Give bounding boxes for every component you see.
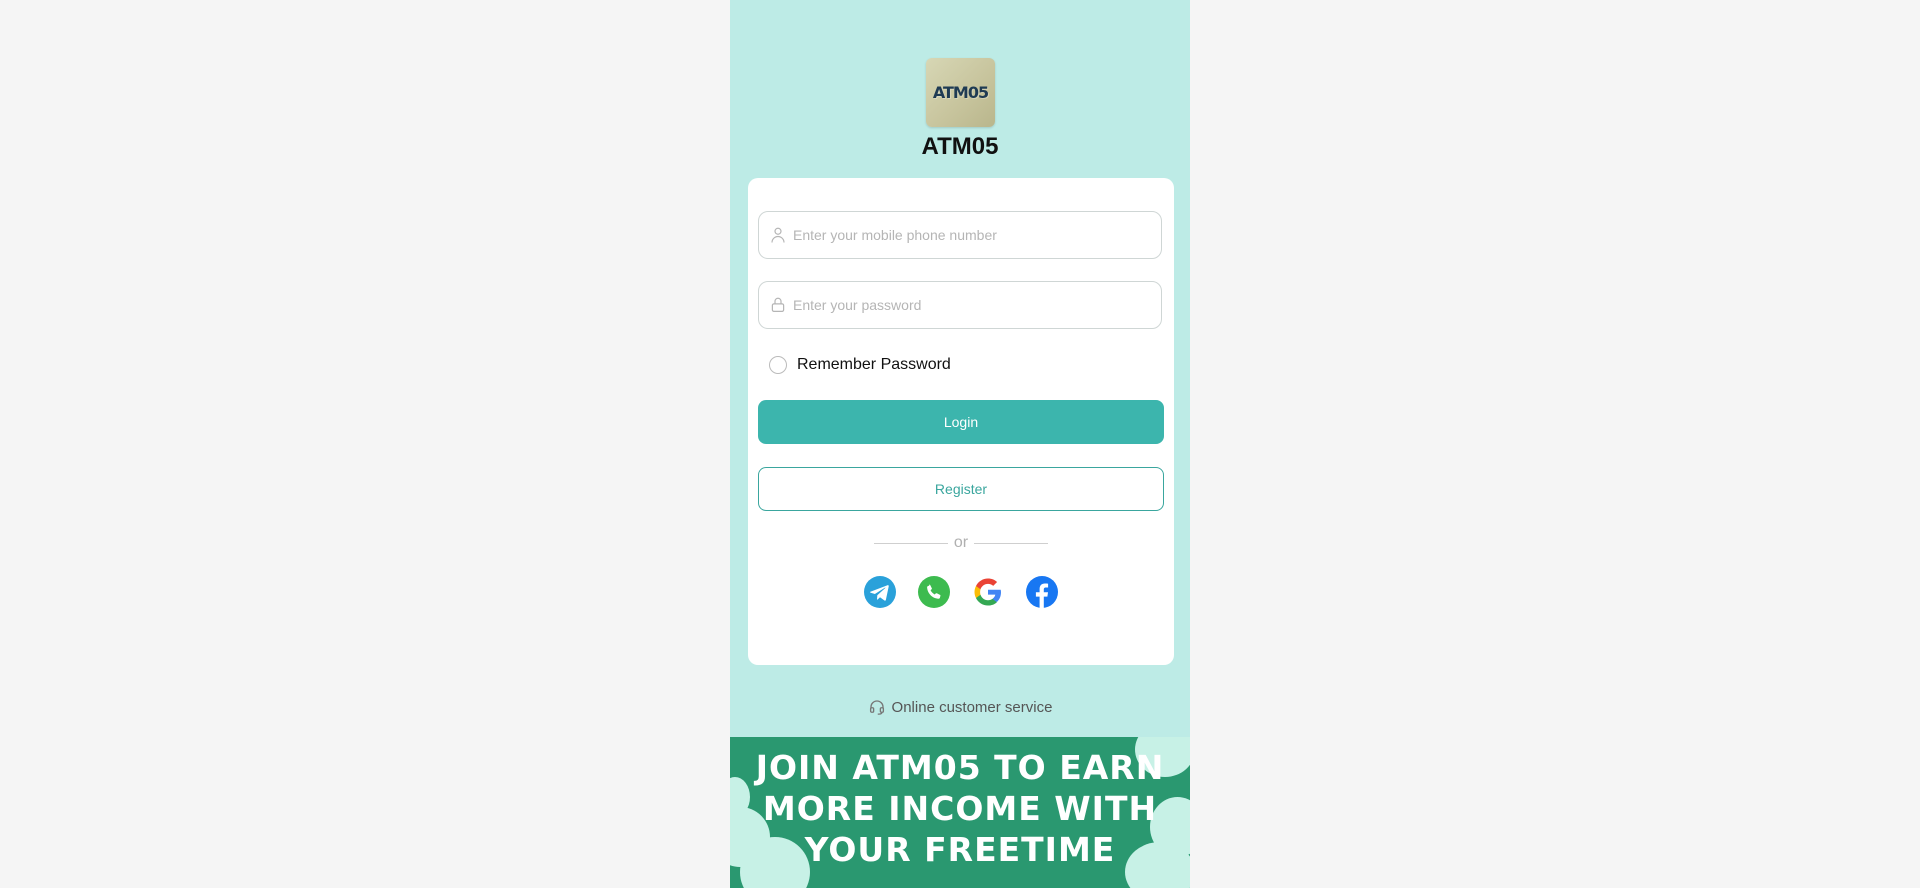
telegram-icon[interactable] <box>864 576 896 608</box>
login-button[interactable]: Login <box>758 400 1164 444</box>
password-input[interactable] <box>793 282 1161 328</box>
remember-password-label: Remember Password <box>797 356 951 373</box>
facebook-icon[interactable] <box>1026 576 1058 608</box>
whatsapp-icon[interactable] <box>918 576 950 608</box>
customer-service-label: Online customer service <box>891 698 1053 716</box>
user-icon <box>771 227 785 243</box>
app-logo-text: ATM05 <box>932 83 989 102</box>
headset-icon <box>869 700 884 715</box>
promo-banner: JOIN ATM05 TO EARN MORE INCOME WITH YOUR… <box>730 737 1190 888</box>
social-login-row <box>748 576 1174 608</box>
divider-line-left <box>873 542 948 544</box>
divider-text: or <box>953 534 969 551</box>
divider-line-right <box>974 542 1049 544</box>
or-divider: or <box>748 534 1174 552</box>
register-button[interactable]: Register <box>758 467 1164 511</box>
app-title: ATM05 <box>921 133 999 160</box>
promo-banner-text: JOIN ATM05 TO EARN MORE INCOME WITH YOUR… <box>755 748 1165 869</box>
phone-input[interactable] <box>793 212 1161 258</box>
app-logo: ATM05 <box>926 58 995 127</box>
customer-service-link[interactable]: Online customer service <box>730 698 1190 716</box>
remember-password[interactable]: Remember Password <box>769 356 951 374</box>
login-screen: ATM05 ATM05 Remember Password Login Regi… <box>730 0 1190 888</box>
password-field[interactable] <box>758 281 1162 329</box>
lock-icon <box>771 297 785 312</box>
phone-field[interactable] <box>758 211 1162 259</box>
login-card: Remember Password Login Register or <box>748 178 1174 665</box>
remember-password-radio[interactable] <box>769 356 787 374</box>
google-icon[interactable] <box>972 576 1004 608</box>
